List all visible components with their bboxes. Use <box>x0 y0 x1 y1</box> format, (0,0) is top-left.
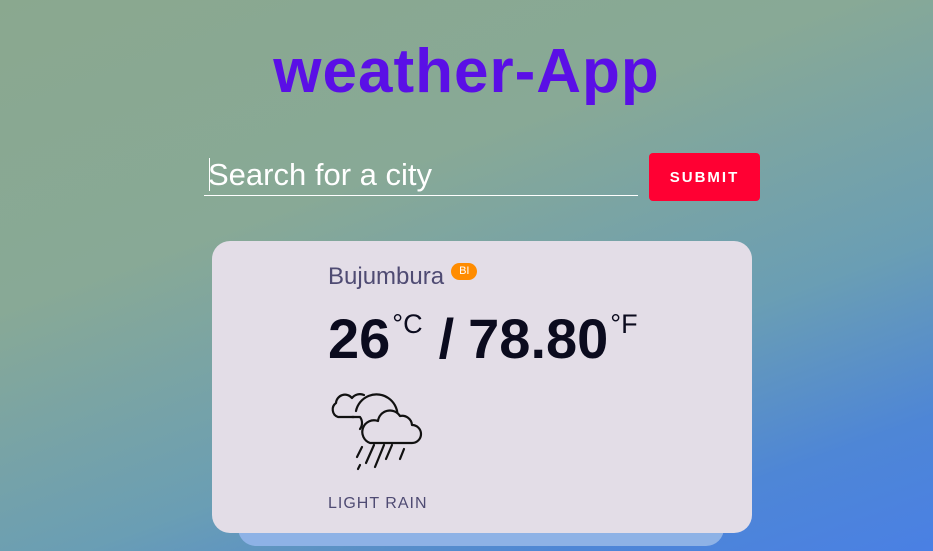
temp-fahrenheit: 78.80 <box>468 307 609 370</box>
location-row: Bujumbura BI <box>328 263 478 291</box>
weather-card: Bujumbura BI 26 °C / 78.80 °F LIGHT RAIN <box>212 241 752 533</box>
temperature-row: 26 °C / 78.80 °F <box>328 309 638 369</box>
temp-separator: / <box>438 307 455 370</box>
unit-fahrenheit: °F <box>610 309 638 339</box>
country-badge: BI <box>451 263 478 280</box>
cloud-sun-rain-icon <box>331 393 423 471</box>
text-cursor <box>209 158 210 191</box>
submit-button[interactable]: SUBMIT <box>649 153 760 201</box>
unit-celsius: °C <box>392 309 423 339</box>
temp-celsius: 26 <box>328 307 391 370</box>
app-title: weather-App <box>273 37 660 106</box>
search-form: SUBMIT <box>204 153 764 201</box>
search-input[interactable] <box>204 155 638 196</box>
weather-description: LIGHT RAIN <box>328 495 428 512</box>
city-name: Bujumbura <box>328 263 445 290</box>
